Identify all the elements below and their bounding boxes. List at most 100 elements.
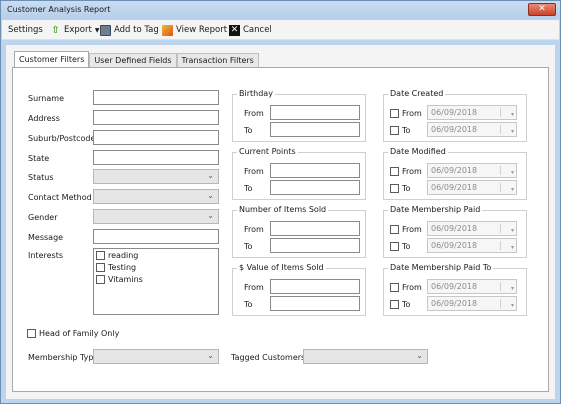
date-modified-title: Date Modified [388,147,448,156]
membership-paid-to-title: Date Membership Paid To [388,263,494,272]
status-select[interactable]: ⌄ [93,169,219,184]
date-modified-from-picker[interactable]: 06/09/2018 ▾ [427,163,517,178]
to-checkbox[interactable] [390,126,399,135]
membership-paid-title: Date Membership Paid [388,205,483,214]
tab-transaction-filters[interactable]: Transaction Filters [176,53,259,68]
birthday-to-input[interactable] [270,122,360,137]
to-label: To [402,184,411,193]
add-to-tag-button[interactable]: Add to Tag [100,23,159,37]
settings-menu[interactable]: Settings [8,23,43,37]
date-created-to-check[interactable]: To [390,126,410,135]
chevron-down-icon: ⌄ [207,171,214,180]
tagged-customers-select[interactable]: ⌄ [303,349,428,364]
birthday-group: Birthday From To [232,89,366,142]
membership-paid-to-check[interactable]: To [390,242,410,251]
surname-label: Surname [28,94,64,103]
date-modified-to-picker[interactable]: 06/09/2018 ▾ [427,180,517,195]
membership-type-select[interactable]: ⌄ [93,349,219,364]
date-value: 06/09/2018 [431,224,478,233]
from-label: From [402,283,422,292]
calendar-dropdown-icon[interactable]: ▾ [500,241,514,251]
interest-checkbox[interactable] [96,275,105,284]
birthday-title: Birthday [237,89,275,98]
calendar-dropdown-icon[interactable]: ▾ [500,299,514,309]
calendar-dropdown-icon[interactable]: ▾ [500,108,514,118]
calendar-dropdown-icon[interactable]: ▾ [500,166,514,176]
cancel-label: Cancel [243,25,272,35]
date-created-from-picker[interactable]: 06/09/2018 ▾ [427,105,517,120]
message-input[interactable] [93,229,219,244]
value-sold-to-input[interactable] [270,296,360,311]
from-checkbox[interactable] [390,283,399,292]
report-icon [162,24,173,36]
date-created-to-picker[interactable]: 06/09/2018 ▾ [427,122,517,137]
calendar-dropdown-icon[interactable]: ▾ [500,224,514,234]
date-modified-to-check[interactable]: To [390,184,410,193]
gender-select[interactable]: ⌄ [93,209,219,224]
tab-customer-filters[interactable]: Customer Filters [14,51,90,68]
from-checkbox[interactable] [390,167,399,176]
membership-paid-from-check[interactable]: From [390,225,422,234]
head-of-family-checkbox[interactable]: Head of Family Only [27,329,119,338]
suburb-input[interactable] [93,130,219,145]
items-sold-from-input[interactable] [270,221,360,236]
add-to-tag-label: Add to Tag [114,25,159,35]
close-button[interactable]: ✕ [528,3,556,16]
view-report-button[interactable]: View Report [162,23,227,37]
head-of-family-label: Head of Family Only [39,329,120,338]
export-icon: ⇧ [51,24,60,36]
from-label: From [244,225,264,234]
current-points-from-input[interactable] [270,163,360,178]
date-value: 06/09/2018 [431,282,478,291]
interest-checkbox[interactable] [96,251,105,260]
date-value: 06/09/2018 [431,125,478,134]
current-points-title: Current Points [237,147,298,156]
interest-checkbox[interactable] [96,263,105,272]
calendar-dropdown-icon[interactable]: ▾ [500,183,514,193]
contact-method-select[interactable]: ⌄ [93,189,219,204]
cancel-icon: ✕ [229,24,240,36]
from-checkbox[interactable] [390,225,399,234]
interest-label: Vitamins [108,275,143,284]
head-of-family-box[interactable] [27,329,36,338]
to-label: To [402,242,411,251]
customer-filters-panel: Surname Address Suburb/Postcode State St… [12,67,549,392]
to-checkbox[interactable] [390,184,399,193]
birthday-from-input[interactable] [270,105,360,120]
address-input[interactable] [93,110,219,125]
interest-label: reading [108,251,139,260]
status-label: Status [28,173,54,182]
membership-paid-to-from-check[interactable]: From [390,283,422,292]
interest-item[interactable]: reading [96,251,138,260]
items-sold-to-input[interactable] [270,238,360,253]
cancel-button[interactable]: ✕ Cancel [229,23,272,37]
interests-list[interactable]: reading Testing Vitamins [93,248,219,315]
membership-paid-to-to-picker[interactable]: 06/09/2018 ▾ [427,296,517,311]
to-label: To [244,242,253,251]
from-label: From [244,167,264,176]
export-menu[interactable]: ⇧ Export ▼ [50,23,99,37]
date-modified-group: Date Modified From 06/09/2018 ▾ To 06/09… [383,147,527,200]
date-modified-from-check[interactable]: From [390,167,422,176]
date-value: 06/09/2018 [431,299,478,308]
from-label: From [244,283,264,292]
to-checkbox[interactable] [390,242,399,251]
from-checkbox[interactable] [390,109,399,118]
membership-paid-from-picker[interactable]: 06/09/2018 ▾ [427,221,517,236]
chevron-down-icon: ⌄ [207,211,214,220]
date-created-from-check[interactable]: From [390,109,422,118]
tab-user-defined-fields[interactable]: User Defined Fields [89,53,177,68]
membership-paid-to-picker[interactable]: 06/09/2018 ▾ [427,238,517,253]
interest-item[interactable]: Testing [96,263,136,272]
to-checkbox[interactable] [390,300,399,309]
membership-paid-to-to-check[interactable]: To [390,300,410,309]
membership-paid-to-from-picker[interactable]: 06/09/2018 ▾ [427,279,517,294]
calendar-dropdown-icon[interactable]: ▾ [500,282,514,292]
interest-item[interactable]: Vitamins [96,275,143,284]
state-input[interactable] [93,150,219,165]
value-sold-from-input[interactable] [270,279,360,294]
to-label: To [402,126,411,135]
calendar-dropdown-icon[interactable]: ▾ [500,125,514,135]
surname-input[interactable] [93,90,219,105]
current-points-to-input[interactable] [270,180,360,195]
